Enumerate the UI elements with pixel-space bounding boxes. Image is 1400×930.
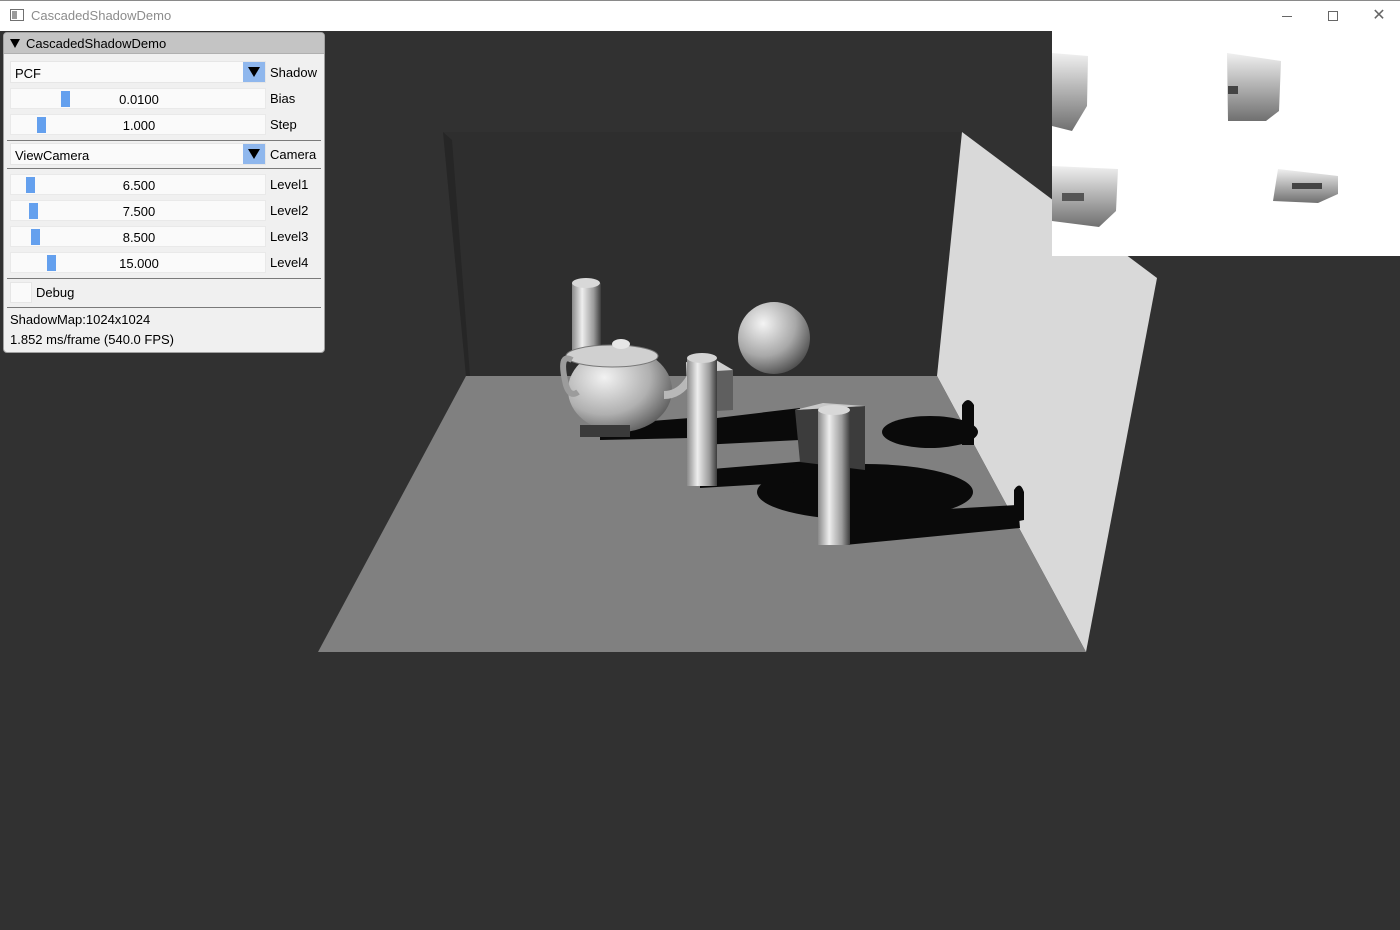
level1-slider[interactable]: 6.500 xyxy=(10,174,266,195)
step-label: Step xyxy=(270,117,297,132)
window-titlebar[interactable]: CascadedShadowDemo ✕ xyxy=(0,0,1400,31)
level1-value: 6.500 xyxy=(122,178,156,193)
app-icon xyxy=(10,9,24,21)
back-wall xyxy=(443,132,962,376)
dropdown-arrow-icon[interactable] xyxy=(243,62,265,82)
level3-label: Level3 xyxy=(270,229,309,244)
frame-time-info: 1.852 ms/frame (540.0 FPS) xyxy=(10,332,175,347)
separator xyxy=(7,278,321,279)
debug-checkbox[interactable] xyxy=(10,282,32,303)
separator xyxy=(7,168,321,169)
shadowmap-info: ShadowMap:1024x1024 xyxy=(10,312,151,327)
level1-label: Level1 xyxy=(270,177,309,192)
level3-value: 8.500 xyxy=(122,230,156,245)
panel-header[interactable]: CascadedShadowDemo xyxy=(4,33,324,54)
level2-label: Level2 xyxy=(270,203,309,218)
bias-slider[interactable]: 0.0100 xyxy=(10,88,266,109)
camera-combo[interactable]: ViewCamera xyxy=(10,143,266,165)
level4-slider[interactable]: 15.000 xyxy=(10,252,266,273)
dropdown-arrow-icon[interactable] xyxy=(243,144,265,164)
step-slider[interactable]: 1.000 xyxy=(10,114,266,135)
shadow-mode-value: PCF xyxy=(15,66,41,81)
cylinder-middle xyxy=(687,358,717,486)
maximize-button[interactable] xyxy=(1310,1,1356,31)
settings-panel[interactable]: CascadedShadowDemo PCF Shadow 0.0100 Bia… xyxy=(3,32,325,353)
camera-label: Camera xyxy=(270,147,317,162)
cylinder-front xyxy=(818,410,850,545)
separator xyxy=(7,307,321,308)
shadow-label: Shadow xyxy=(270,65,317,80)
minimize-icon xyxy=(1282,15,1292,17)
close-button[interactable]: ✕ xyxy=(1356,1,1400,31)
bias-value: 0.0100 xyxy=(119,92,159,107)
level2-value: 7.500 xyxy=(122,204,156,219)
minimize-button[interactable] xyxy=(1264,1,1310,31)
step-value: 1.000 xyxy=(122,118,156,133)
level4-label: Level4 xyxy=(270,255,309,270)
maximize-icon xyxy=(1328,11,1338,21)
shadowmap-preview xyxy=(1052,31,1400,256)
separator xyxy=(7,140,321,141)
close-icon: ✕ xyxy=(1372,7,1386,24)
panel-title: CascadedShadowDemo xyxy=(26,36,167,51)
debug-label: Debug xyxy=(36,285,75,300)
sphere xyxy=(738,302,810,374)
bias-label: Bias xyxy=(270,91,296,106)
level4-value: 15.000 xyxy=(119,256,159,271)
window-title: CascadedShadowDemo xyxy=(31,8,172,23)
camera-value: ViewCamera xyxy=(15,148,90,163)
collapse-arrow-icon[interactable] xyxy=(10,39,20,48)
level3-slider[interactable]: 8.500 xyxy=(10,226,266,247)
level2-slider[interactable]: 7.500 xyxy=(10,200,266,221)
shadow-mode-combo[interactable]: PCF xyxy=(10,61,266,83)
